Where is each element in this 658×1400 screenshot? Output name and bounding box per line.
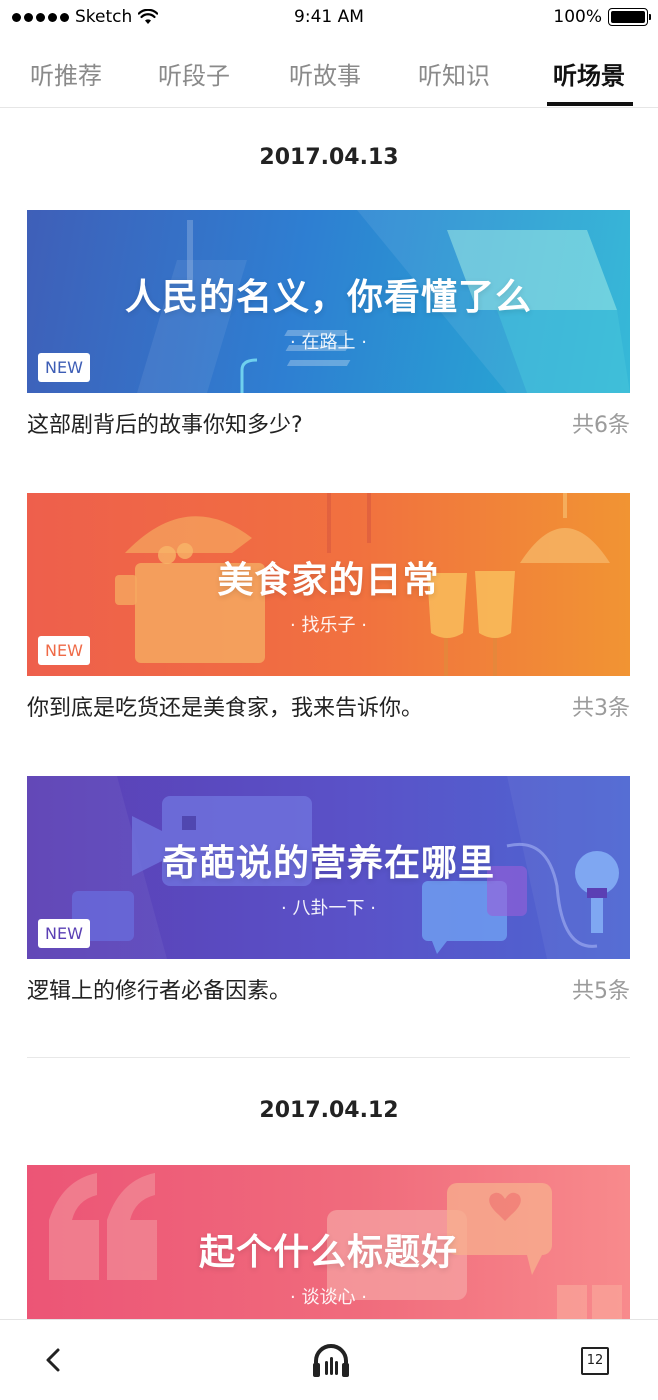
chevron-left-icon[interactable] xyxy=(40,1344,68,1376)
tab-scenes[interactable]: 听场景 xyxy=(553,56,625,91)
scene-card-banner[interactable]: 美食家的日常 · 找乐子 · NEW xyxy=(27,493,630,676)
bottom-toolbar: 12 xyxy=(0,1319,658,1400)
card-title: 人民的名义，你看懂了么 xyxy=(124,277,532,318)
tab-stories[interactable]: 听故事 xyxy=(289,56,361,91)
card-count: 共5条 xyxy=(572,979,630,1004)
card-count: 共3条 xyxy=(572,696,630,721)
new-badge: NEW xyxy=(38,919,90,948)
scene-card-banner[interactable]: 人民的名义，你看懂了么 · 在路上 · NEW xyxy=(27,210,630,393)
new-badge: NEW xyxy=(38,636,90,665)
section-date: 2017.04.13 xyxy=(259,145,399,170)
card-description: 你到底是吃货还是美食家，我来告诉你。 xyxy=(27,696,424,721)
card-caption[interactable]: 你到底是吃货还是美食家，我来告诉你。 共3条 xyxy=(27,690,630,721)
scene-card-banner[interactable]: 奇葩说的营养在哪里 · 八卦一下 · NEW xyxy=(27,776,630,959)
card-title: 奇葩说的营养在哪里 xyxy=(161,843,495,884)
card-title: 起个什么标题好 xyxy=(198,1232,458,1273)
battery-percent: 100% xyxy=(553,7,602,27)
section-divider xyxy=(27,1057,630,1058)
card-description: 逻辑上的修行者必备因素。 xyxy=(27,979,292,1004)
card-title: 美食家的日常 xyxy=(217,560,440,601)
card-caption[interactable]: 这部剧背后的故事你知多少? 共6条 xyxy=(27,407,630,438)
section-date: 2017.04.12 xyxy=(259,1098,399,1123)
card-tag: · 八卦一下 · xyxy=(281,898,376,919)
category-tabs: 听推荐 听段子 听故事 听知识 听场景 xyxy=(0,36,658,108)
card-description: 这部剧背后的故事你知多少? xyxy=(27,413,303,438)
card-count: 共6条 xyxy=(572,413,630,438)
tab-jokes[interactable]: 听段子 xyxy=(158,56,230,91)
headphones-icon[interactable] xyxy=(311,1341,351,1379)
card-tag: · 谈谈心 · xyxy=(290,1287,367,1308)
tab-recommend[interactable]: 听推荐 xyxy=(30,56,102,91)
battery-icon xyxy=(608,8,651,26)
active-tab-indicator xyxy=(547,102,633,106)
card-tag: · 在路上 · xyxy=(290,332,367,353)
status-right: 100% xyxy=(553,7,651,27)
scene-card-banner[interactable]: 起个什么标题好 · 谈谈心 · xyxy=(27,1165,630,1322)
list-count-button[interactable]: 12 xyxy=(581,1347,609,1375)
new-badge: NEW xyxy=(38,353,90,382)
status-bar: Sketch 9:41 AM 100% xyxy=(0,0,658,36)
card-tag: · 找乐子 · xyxy=(290,615,367,636)
card-caption[interactable]: 逻辑上的修行者必备因素。 共5条 xyxy=(27,973,630,1004)
tab-knowledge[interactable]: 听知识 xyxy=(418,56,490,91)
